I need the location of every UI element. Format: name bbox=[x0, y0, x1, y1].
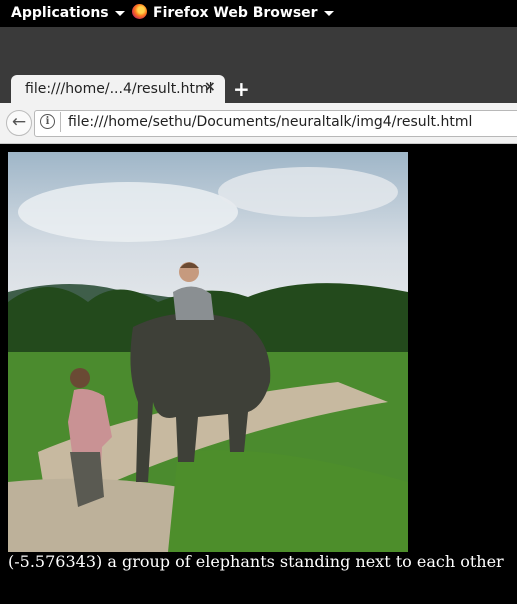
app-menu-label: Firefox Web Browser bbox=[153, 5, 318, 21]
applications-label: Applications bbox=[11, 5, 109, 21]
url-text[interactable]: file:///home/sethu/Documents/neuraltalk/… bbox=[68, 114, 472, 130]
navigation-bar: ← i file:///home/sethu/Documents/neuralt… bbox=[0, 103, 517, 144]
gnome-top-bar: Applications Firefox Web Browser bbox=[0, 0, 517, 27]
result-image bbox=[8, 152, 408, 552]
tab-result[interactable]: file:///home/...4/result.html × bbox=[11, 75, 225, 103]
applications-menu[interactable]: Applications bbox=[11, 5, 125, 21]
back-button[interactable]: ← bbox=[6, 110, 32, 136]
new-tab-button[interactable]: + bbox=[233, 77, 250, 101]
caption-text: (-5.576343) a group of elephants standin… bbox=[8, 552, 504, 571]
divider bbox=[60, 112, 61, 132]
chevron-down-icon bbox=[114, 10, 125, 16]
tab-strip: file:///home/...4/result.html × + bbox=[0, 27, 517, 103]
tab-title: file:///home/...4/result.html bbox=[25, 81, 213, 97]
app-menu[interactable]: Firefox Web Browser bbox=[132, 4, 334, 21]
chevron-down-icon bbox=[323, 10, 334, 16]
info-icon[interactable]: i bbox=[40, 114, 55, 129]
close-icon[interactable]: × bbox=[204, 79, 216, 95]
firefox-icon bbox=[132, 4, 147, 19]
